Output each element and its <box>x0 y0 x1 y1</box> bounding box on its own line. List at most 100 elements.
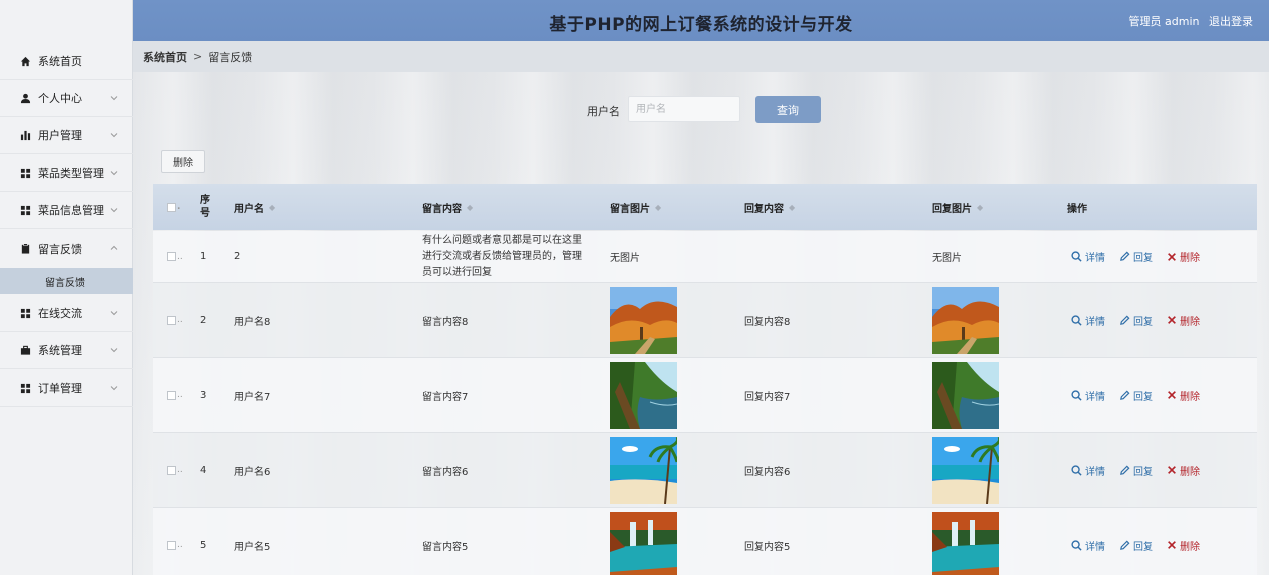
row-reply: 回复内容5 <box>744 541 791 553</box>
reply-button[interactable]: 回复 <box>1119 538 1153 553</box>
reply-label: 回复 <box>1133 253 1153 264</box>
breadcrumb-home[interactable]: 系统首页 <box>143 49 187 65</box>
select-all-checkbox[interactable]: . <box>167 184 180 230</box>
delete-button[interactable]: 删除 <box>1167 249 1200 264</box>
detail-label: 详情 <box>1085 253 1105 264</box>
user-icon <box>19 92 31 104</box>
home-icon <box>19 55 31 67</box>
sort-icon[interactable]: ◆ <box>655 203 661 212</box>
detail-button[interactable]: 详情 <box>1071 388 1105 403</box>
row-checkbox[interactable]: .. <box>167 358 183 432</box>
no-image-text: 无图片 <box>610 253 640 264</box>
sidebar-item-users[interactable]: 用户管理 <box>0 117 133 154</box>
sidebar-item-chat[interactable]: 在线交流 <box>0 295 133 332</box>
delete-label: 删除 <box>1180 541 1200 553</box>
sidebar-item-label: 系统管理 <box>38 344 82 357</box>
col-reply-label: 回复内容 <box>744 203 784 215</box>
sidebar-item-feedback[interactable]: 留言反馈 <box>0 230 133 267</box>
logout-link[interactable]: 退出登录 <box>1209 15 1253 28</box>
close-icon <box>1168 541 1176 549</box>
close-icon <box>1168 466 1176 474</box>
col-index: 序号 <box>200 195 210 219</box>
page-title: 基于PHP的网上订餐系统的设计与开发 <box>549 15 853 35</box>
user-area: 管理员 admin 退出登录 <box>1123 13 1253 29</box>
thumbnail-image <box>610 283 677 357</box>
chevron-down-icon <box>110 171 118 176</box>
col-username[interactable]: 用户名 ◆ <box>234 184 275 230</box>
detail-label: 详情 <box>1085 391 1105 403</box>
col-reply-image-label: 回复图片 <box>932 203 972 215</box>
table-header: . 序号 用户名 ◆ 留言内容 ◆ 留言图片 ◆ 回复内容 ◆ 回复图片 ◆ 操作 <box>153 184 1257 230</box>
delete-button[interactable]: 删除 <box>1167 463 1200 478</box>
col-reply[interactable]: 回复内容 ◆ <box>744 184 795 230</box>
delete-button[interactable]: 删除 <box>1167 538 1200 553</box>
row-checkbox[interactable]: .. <box>167 433 183 507</box>
delete-label: 删除 <box>1180 391 1200 403</box>
row-username: 用户名6 <box>234 466 271 478</box>
detail-button[interactable]: 详情 <box>1071 538 1105 553</box>
col-content[interactable]: 留言内容 ◆ <box>422 184 473 230</box>
reply-label: 回复 <box>1133 316 1153 328</box>
row-actions: 详情 回复 删除 <box>1071 433 1214 507</box>
thumbnail-image <box>932 508 999 575</box>
row-username: 用户名8 <box>234 316 271 328</box>
thumbnail-image <box>932 283 999 357</box>
row-content: 留言内容6 <box>422 466 469 478</box>
row-checkbox[interactable]: .. <box>167 231 183 282</box>
sidebar-item-dish-types[interactable]: 菜品类型管理 <box>0 155 133 192</box>
detail-button[interactable]: 详情 <box>1071 249 1105 264</box>
grid-icon <box>19 204 31 216</box>
sidebar-item-label: 菜品类型管理 <box>38 167 104 180</box>
sidebar-item-profile[interactable]: 个人中心 <box>0 80 133 117</box>
sidebar-item-orders[interactable]: 订单管理 <box>0 370 133 407</box>
sort-icon[interactable]: ◆ <box>269 203 275 212</box>
search-button[interactable]: 查询 <box>755 96 821 123</box>
bulk-delete-button[interactable]: 删除 <box>161 150 205 173</box>
thumbnail-image <box>610 358 677 432</box>
close-icon <box>1168 391 1176 399</box>
sidebar-item-label: 订单管理 <box>38 382 82 395</box>
row-reply: 回复内容8 <box>744 316 791 328</box>
chevron-down-icon <box>110 386 118 391</box>
col-reply-image[interactable]: 回复图片 ◆ <box>932 184 983 230</box>
detail-button[interactable]: 详情 <box>1071 463 1105 478</box>
sort-icon[interactable]: ◆ <box>789 203 795 212</box>
delete-button[interactable]: 删除 <box>1167 313 1200 328</box>
clipboard-icon <box>19 243 31 255</box>
table-row: .. 2 用户名8 留言内容8 回复内容8 详情 回复 删除 <box>153 283 1257 358</box>
reply-label: 回复 <box>1133 541 1153 553</box>
table-row: .. 1 2 有什么问题或者意见都是可以在这里进行交流或者反馈给管理员的，管理员… <box>153 231 1257 283</box>
detail-label: 详情 <box>1085 316 1105 328</box>
thumbnail-image <box>932 358 999 432</box>
col-image[interactable]: 留言图片 ◆ <box>610 184 661 230</box>
sidebar-item-dish-info[interactable]: 菜品信息管理 <box>0 192 133 229</box>
search-input[interactable] <box>628 96 740 122</box>
row-index: 5 <box>200 539 207 551</box>
reply-button[interactable]: 回复 <box>1119 249 1153 264</box>
sort-icon[interactable]: ◆ <box>977 203 983 212</box>
chevron-down-icon <box>110 96 118 101</box>
admin-label: 管理员 admin <box>1128 15 1200 28</box>
row-checkbox[interactable]: .. <box>167 283 183 357</box>
sidebar-item-system[interactable]: 系统管理 <box>0 332 133 369</box>
detail-label: 详情 <box>1085 466 1105 478</box>
grid-icon <box>19 167 31 179</box>
row-content: 留言内容7 <box>422 391 469 403</box>
search-icon <box>1071 251 1082 262</box>
search-icon <box>1071 389 1082 401</box>
sidebar-item-home[interactable]: 系统首页 <box>0 43 133 80</box>
reply-button[interactable]: 回复 <box>1119 388 1153 403</box>
sidebar-subitem-feedback[interactable]: 留言反馈 <box>0 268 133 294</box>
reply-label: 回复 <box>1133 391 1153 403</box>
reply-button[interactable]: 回复 <box>1119 463 1153 478</box>
row-actions: 详情 回复 删除 <box>1071 508 1214 575</box>
search-icon <box>1071 539 1082 551</box>
sort-icon[interactable]: ◆ <box>467 203 473 212</box>
row-reply: 回复内容6 <box>744 466 791 478</box>
sidebar-item-label: 菜品信息管理 <box>38 204 104 217</box>
delete-button[interactable]: 删除 <box>1167 388 1200 403</box>
row-checkbox[interactable]: .. <box>167 508 183 575</box>
reply-button[interactable]: 回复 <box>1119 313 1153 328</box>
detail-button[interactable]: 详情 <box>1071 313 1105 328</box>
table-row: .. 3 用户名7 留言内容7 回复内容7 详情 回复 删除 <box>153 358 1257 433</box>
